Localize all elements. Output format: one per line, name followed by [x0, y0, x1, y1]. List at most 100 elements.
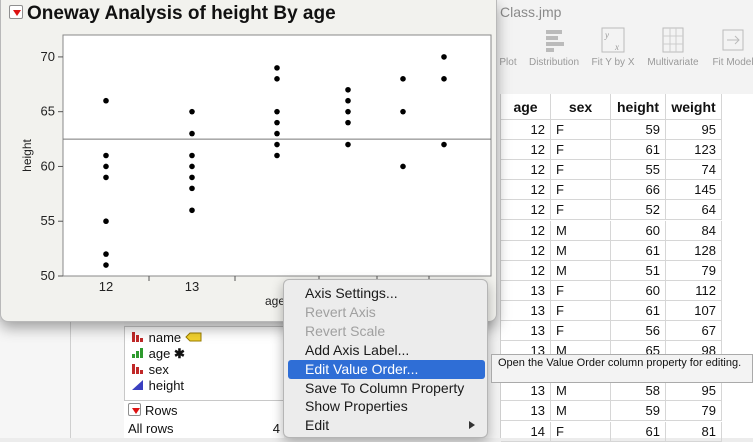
- table-cell[interactable]: 13: [501, 401, 551, 422]
- toolbar-fit-y-by-x-button[interactable]: yx Fit Y by X: [588, 26, 638, 70]
- menu-item-save-to-column-property[interactable]: Save To Column Property: [288, 379, 485, 398]
- y-tick-label: 55: [41, 213, 55, 228]
- table-cell[interactable]: 59: [611, 120, 666, 140]
- fit-y-by-x-icon: yx: [601, 27, 625, 53]
- toolbar-fit-model-button[interactable]: Fit Model: [708, 26, 753, 70]
- table-cell[interactable]: 56: [611, 321, 666, 341]
- data-point: [189, 130, 195, 137]
- table-cell[interactable]: 58: [611, 381, 666, 402]
- table-cell[interactable]: F: [551, 140, 611, 161]
- y-tick-label: 60: [41, 158, 55, 173]
- table-cell[interactable]: 12: [501, 120, 551, 140]
- data-point: [103, 251, 109, 257]
- menu-item-revert-scale[interactable]: Revert Scale: [288, 322, 485, 341]
- data-point: [189, 152, 195, 159]
- menu-item-show-properties[interactable]: Show Properties: [288, 397, 485, 416]
- table-cell[interactable]: 59: [611, 401, 666, 422]
- table-cell[interactable]: 52: [611, 200, 666, 221]
- table-cell[interactable]: 12: [501, 160, 551, 181]
- axis-context-menu: Axis Settings... Revert Axis Revert Scale A…: [283, 279, 488, 438]
- column-header-height[interactable]: height: [611, 94, 666, 120]
- column-header-sex[interactable]: sex: [551, 94, 611, 120]
- table-cell[interactable]: 67: [666, 321, 722, 341]
- table-cell[interactable]: 14: [501, 421, 551, 442]
- table-cell[interactable]: 61: [611, 300, 666, 321]
- table-cell[interactable]: 13: [501, 300, 551, 321]
- table-cell[interactable]: F: [551, 300, 611, 321]
- distribution-icon: [546, 30, 564, 52]
- ordinal-icon: [132, 348, 143, 358]
- table-cell[interactable]: F: [551, 160, 611, 181]
- table-cell[interactable]: 61: [611, 140, 666, 161]
- toolbar-plot-button[interactable]: Plot: [496, 26, 520, 70]
- menu-item-edit[interactable]: Edit: [288, 416, 485, 435]
- nominal-icon: [132, 364, 143, 374]
- table-cell[interactable]: 112: [666, 280, 722, 301]
- table-cell[interactable]: 95: [666, 120, 722, 140]
- table-cell[interactable]: 12: [501, 220, 551, 241]
- table-cell[interactable]: 145: [666, 180, 722, 201]
- column-item-age[interactable]: age ✱: [131, 346, 185, 362]
- table-cell[interactable]: 61: [611, 421, 666, 442]
- table-cell[interactable]: 55: [611, 160, 666, 181]
- table-cell[interactable]: F: [551, 321, 611, 341]
- red-triangle-menu-icon[interactable]: [128, 403, 141, 417]
- data-point: [441, 141, 447, 148]
- table-cell[interactable]: 60: [611, 220, 666, 241]
- plot-icon: [496, 26, 520, 54]
- table-cell[interactable]: 79: [666, 260, 722, 281]
- rows-panel: Rows All rows 4: [124, 400, 284, 438]
- table-cell[interactable]: 84: [666, 220, 722, 241]
- table-cell[interactable]: 66: [611, 180, 666, 201]
- column-header-weight[interactable]: weight: [666, 94, 722, 120]
- column-item-sex[interactable]: sex: [131, 362, 169, 378]
- table-cell[interactable]: 12: [501, 180, 551, 201]
- table-cell[interactable]: 61: [611, 240, 666, 261]
- table-cell[interactable]: 79: [666, 401, 722, 422]
- table-cell[interactable]: 81: [666, 421, 722, 442]
- column-item-height[interactable]: height: [131, 378, 184, 394]
- x-tick-label: 12: [99, 279, 113, 294]
- table-cell[interactable]: 13: [501, 321, 551, 341]
- table-cell[interactable]: 13: [501, 280, 551, 301]
- table-cell[interactable]: 12: [501, 200, 551, 221]
- table-cell[interactable]: 64: [666, 200, 722, 221]
- table-cell[interactable]: 12: [501, 240, 551, 261]
- property-asterisk-icon: ✱: [173, 346, 185, 361]
- table-cell[interactable]: M: [551, 381, 611, 402]
- menu-item-edit-value-order[interactable]: Edit Value Order...: [288, 359, 485, 379]
- table-cell[interactable]: 51: [611, 260, 666, 281]
- data-table-title: Class.jmp: [500, 4, 562, 20]
- menu-item-revert-axis[interactable]: Revert Axis: [288, 303, 485, 322]
- toolbar-multivariate-button[interactable]: Multivariate: [643, 26, 703, 70]
- data-point: [345, 119, 351, 126]
- menu-item-axis-settings[interactable]: Axis Settings...: [288, 284, 485, 303]
- table-cell[interactable]: 107: [666, 300, 722, 321]
- table-cell[interactable]: M: [551, 260, 611, 281]
- table-cell[interactable]: F: [551, 280, 611, 301]
- table-cell[interactable]: 74: [666, 160, 722, 181]
- table-cell[interactable]: F: [551, 180, 611, 201]
- table-cell[interactable]: F: [551, 120, 611, 140]
- all-rows-line: All rows 4: [128, 421, 280, 437]
- y-tick-label: 65: [41, 104, 55, 119]
- rows-header[interactable]: Rows: [128, 403, 178, 419]
- table-cell[interactable]: 13: [501, 381, 551, 402]
- data-point: [400, 163, 406, 170]
- menu-item-add-axis-label[interactable]: Add Axis Label...: [288, 341, 485, 360]
- toolbar-distribution-button[interactable]: Distribution: [524, 26, 584, 70]
- data-point: [103, 174, 109, 181]
- column-header-age[interactable]: age: [501, 94, 551, 120]
- table-cell[interactable]: 95: [666, 381, 722, 402]
- table-cell[interactable]: F: [551, 421, 611, 442]
- table-cell[interactable]: M: [551, 240, 611, 261]
- table-cell[interactable]: 12: [501, 260, 551, 281]
- table-cell[interactable]: M: [551, 401, 611, 422]
- table-cell[interactable]: 123: [666, 140, 722, 161]
- table-cell[interactable]: 60: [611, 280, 666, 301]
- column-item-name[interactable]: name: [131, 330, 203, 346]
- table-cell[interactable]: 12: [501, 140, 551, 161]
- table-cell[interactable]: F: [551, 200, 611, 221]
- table-cell[interactable]: 128: [666, 240, 722, 261]
- table-cell[interactable]: M: [551, 220, 611, 241]
